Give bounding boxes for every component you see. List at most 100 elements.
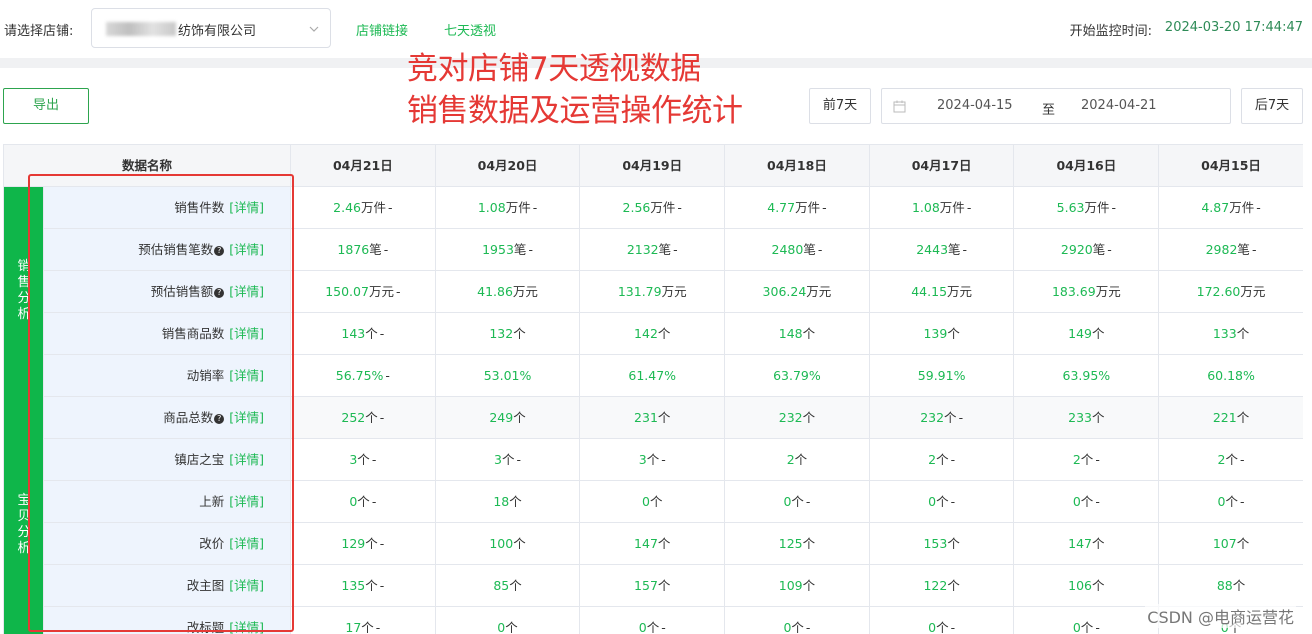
detail-link[interactable]: [详情] (229, 284, 264, 299)
value-cell: 0个 - (870, 607, 1015, 634)
value-trend: - (1251, 242, 1257, 257)
value-cell: 2480笔 - (725, 229, 870, 270)
value-number: 53.01% (483, 368, 532, 383)
value-cell: 122个 (870, 565, 1015, 606)
value-number: 1.08 (477, 200, 506, 215)
value-unit: 个 (1080, 452, 1094, 467)
value-cell: 143个 - (291, 313, 436, 354)
row-name-cell: 预估销售笔数? [详情] (44, 229, 291, 270)
table-row: 动销率 [详情] 56.75% - 53.01% 61.47% 63.79% 59.91% 63… (4, 355, 1303, 397)
value-unit: 万件 (505, 200, 531, 215)
value-unit: 笔 (513, 242, 527, 257)
chevron-down-icon (309, 26, 319, 32)
row-name: 改主图 (186, 578, 225, 593)
value-cell: 2443笔 - (870, 229, 1015, 270)
export-button[interactable]: 导出 (3, 88, 89, 124)
row-name: 改标题 (186, 620, 225, 634)
value-cell: 153个 (870, 523, 1015, 564)
value-unit: 个 (1232, 578, 1246, 593)
value-cell: 0个 - (1015, 607, 1160, 634)
detail-link[interactable]: [详情] (229, 242, 264, 257)
detail-link[interactable]: [详情] (229, 200, 264, 215)
detail-link[interactable]: [详情] (229, 410, 264, 425)
help-icon[interactable]: ? (214, 414, 225, 424)
date-end[interactable]: 2024-04-21 (1081, 98, 1157, 113)
store-name-suffix: 纺饰有限公司 (178, 24, 257, 39)
value-trend: - (958, 410, 964, 425)
value-trend: - (379, 326, 385, 341)
detail-link[interactable]: [详情] (229, 452, 264, 467)
value-number: 0 (642, 494, 650, 509)
date-start[interactable]: 2024-04-15 (937, 98, 1013, 113)
table-row: 改主图 [详情] 135个 -85个 157个 109个 122个 106个 88个 (4, 565, 1303, 607)
detail-link[interactable]: [详情] (229, 620, 264, 634)
next-7-days-button[interactable]: 后7天 (1241, 88, 1303, 124)
table-row: 销售件数 [详情] 2.46万件 -1.08万件 -2.56万件 -4.77万件 -1.08… (4, 187, 1303, 229)
prev-7-days-button[interactable]: 前7天 (809, 88, 871, 124)
value-cell: 63.79% (725, 355, 870, 396)
value-cell: 135个 - (291, 565, 436, 606)
row-name: 销售商品数 (161, 326, 225, 341)
store-link[interactable]: 店铺链接 (356, 20, 408, 39)
value-cell: 107个 (1159, 523, 1303, 564)
value-trend: - (379, 410, 385, 425)
value-number: 61.47% (628, 368, 677, 383)
table-row: 销售商品数 [详情] 143个 -132个 142个 148个 139个 149个 133个 (4, 313, 1303, 355)
value-trend: - (395, 284, 401, 299)
value-unit: 个 (944, 410, 957, 425)
row-group-text: 销售分析 (17, 259, 31, 322)
detail-link[interactable]: [详情] (229, 578, 264, 593)
value-unit: 个 (646, 452, 660, 467)
row-group-text: 宝贝分析 (17, 493, 31, 556)
detail-link[interactable]: [详情] (229, 326, 264, 341)
value-number: 122 (923, 578, 948, 593)
value-unit: 万元 (1240, 284, 1266, 299)
value-cell: 100个 (436, 523, 581, 564)
value-trend: - (817, 242, 823, 257)
detail-link[interactable]: [详情] (229, 368, 264, 383)
seven-day-view-link[interactable]: 七天透视 (444, 20, 496, 39)
value-cell: 148个 (725, 313, 870, 354)
value-trend: - (805, 620, 811, 634)
value-number: 109 (778, 578, 803, 593)
value-cell: 150.07万元 - (291, 271, 436, 312)
value-unit: 个 (657, 326, 671, 341)
value-number: 150.07 (325, 284, 369, 299)
help-icon[interactable]: ? (214, 246, 225, 256)
value-cell: 63.95% (1015, 355, 1160, 396)
value-cell: 233个 (1015, 397, 1160, 438)
value-trend: - (1107, 242, 1112, 257)
value-number: 142 (634, 326, 658, 341)
value-unit: 个 (657, 410, 671, 425)
value-number: 252 (341, 410, 366, 425)
value-number: 2.56 (622, 200, 651, 215)
value-unit: 万件 (795, 200, 821, 215)
value-trend: - (673, 242, 678, 257)
column-header-date: 04月15日 (1159, 145, 1303, 187)
value-cell: 88个 (1159, 565, 1303, 606)
date-range-picker[interactable]: 2024-04-15 至 2024-04-21 (881, 88, 1231, 124)
monitor-start-label: 开始监控时间: (1069, 24, 1152, 39)
value-unit: 笔 (803, 242, 816, 257)
table-row: 上新 [详情] 0个 -18个 0个 0个 -0个 -0个 -0个 - (4, 481, 1303, 523)
value-cell: 59.91% (870, 355, 1015, 396)
value-trend: - (822, 200, 827, 215)
value-number: 85 (493, 578, 510, 593)
value-unit: 万件 (650, 200, 676, 215)
value-cell: 183.69万元 (1015, 271, 1160, 312)
value-number: 88 (1216, 578, 1233, 593)
value-unit: 个 (802, 326, 816, 341)
store-select[interactable]: 纺饰有限公司 (91, 8, 331, 48)
help-icon[interactable]: ? (214, 288, 225, 298)
detail-link[interactable]: [详情] (229, 536, 264, 551)
value-trend: - (1095, 452, 1100, 467)
value-unit: 万元 (512, 284, 538, 299)
data-table: 数据名称 04月21日 04月20日 04月19日 04月18日 04月17日 04月16… (3, 144, 1303, 634)
value-number: 147 (1068, 536, 1093, 551)
value-trend: - (661, 452, 666, 467)
value-unit: 个 (947, 578, 960, 593)
value-cell: 221个 (1159, 397, 1303, 438)
detail-link[interactable]: [详情] (229, 494, 264, 509)
value-unit: 个 (513, 410, 526, 425)
blurred-store-name (106, 22, 176, 36)
